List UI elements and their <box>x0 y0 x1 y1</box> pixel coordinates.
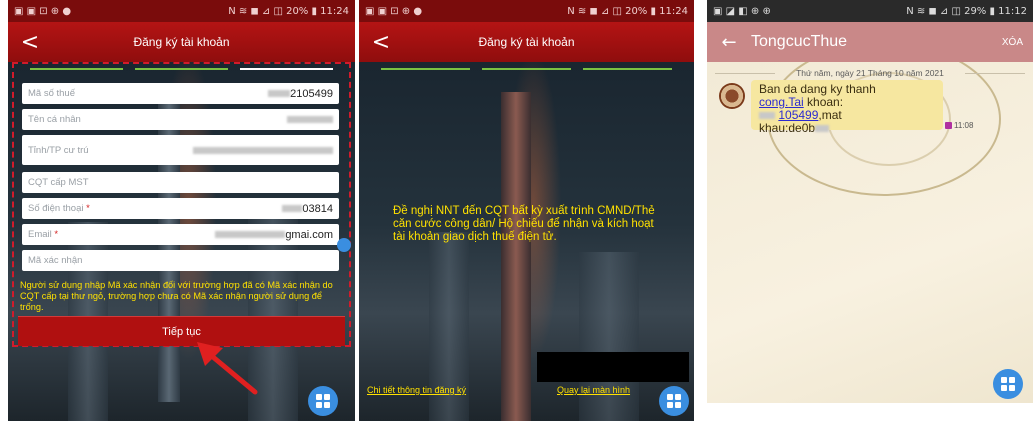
email-field[interactable]: Email * gmai.com <box>22 224 339 245</box>
phone-number-field[interactable]: Số điện thoại * 03814 <box>22 198 339 219</box>
message-bubble[interactable]: Ban da dang ky thanh cong.Tai khoan: 105… <box>751 80 943 135</box>
field-label: Số điện thoại <box>28 203 84 214</box>
redacted-text <box>282 205 303 213</box>
field-value: 2105499 <box>290 87 333 100</box>
field-value: 03814 <box>302 202 333 215</box>
status-icons-right: N ≋ ◼ ⊿ ◫ 29% ▮ 11:12 <box>906 5 1027 17</box>
phone-registration-result: ▣ ▣ ⊡ ⊕ ● N ≋ ◼ ⊿ ◫ 20% ▮ 11:24 < Đăng k… <box>359 0 694 421</box>
status-icons-right: N ≋ ◼ ⊿ ◫ 20% ▮ 11:24 <box>567 5 688 17</box>
continue-button[interactable]: Tiếp tục <box>18 316 345 346</box>
redacted-text <box>759 112 775 120</box>
redacted-text <box>815 125 830 133</box>
app-bar: ← TongcucThue XÓA <box>707 22 1033 62</box>
page-title: Đăng ký tài khoản <box>133 35 230 49</box>
menu-grid-button[interactable] <box>659 386 689 416</box>
message-line: khau:de0b <box>759 122 935 135</box>
menu-grid-button[interactable] <box>308 386 338 416</box>
landmark-tower <box>501 92 531 421</box>
status-icons-left: ▣ ▣ ⊡ ⊕ ● <box>365 5 423 17</box>
message-link[interactable]: cong. <box>759 95 788 109</box>
back-arrow-icon[interactable]: ← <box>707 32 751 53</box>
verification-note: Người sử dụng nhập Mã xác nhận đối với t… <box>20 280 333 312</box>
app-bar: < Đăng ký tài khoản <box>359 22 694 62</box>
status-bar: ▣ ▣ ⊡ ⊕ ● N ≋ ◼ ⊿ ◫ 20% ▮ 11:24 <box>8 0 355 22</box>
sender-avatar <box>719 83 745 109</box>
tax-code-field[interactable]: Mã số thuế 2105499 <box>22 83 339 104</box>
field-label: Mã số thuế <box>28 88 75 99</box>
redacted-text <box>287 116 333 124</box>
step-3 <box>583 68 672 70</box>
status-bar: ▣ ▣ ⊡ ⊕ ● N ≋ ◼ ⊿ ◫ 20% ▮ 11:24 <box>359 0 694 22</box>
message-time: 11:08 <box>945 121 973 130</box>
message-text: ,mat <box>818 108 842 122</box>
app-bar: < Đăng ký tài khoản <box>8 22 355 62</box>
redacted-text <box>268 90 291 98</box>
text-cursor-handle[interactable] <box>337 238 351 252</box>
page-title: Đăng ký tài khoản <box>478 35 575 49</box>
status-bar: ▣ ◪ ◧ ⊕ ⊕ N ≋ ◼ ⊿ ◫ 29% ▮ 11:12 <box>707 0 1033 22</box>
individual-name-field[interactable]: Tên cá nhân <box>22 109 339 130</box>
back-to-screen-link[interactable]: Quay lại màn hình <box>557 385 630 395</box>
phone-sms-conversation: ▣ ◪ ◧ ⊕ ⊕ N ≋ ◼ ⊿ ◫ 29% ▮ 11:12 ← Tongcu… <box>707 0 1033 403</box>
redaction-box <box>537 352 689 382</box>
back-arrow-icon[interactable]: < <box>359 30 403 55</box>
field-value: gmai.com <box>285 228 333 241</box>
phone-registration-form: ▣ ▣ ⊡ ⊕ ● N ≋ ◼ ⊿ ◫ 20% ▮ 11:24 < Đăng k… <box>8 0 355 421</box>
field-label: CQT cấp MST <box>28 177 89 188</box>
tax-authority-field[interactable]: CQT cấp MST <box>22 172 339 193</box>
status-icons-left: ▣ ▣ ⊡ ⊕ ● <box>14 5 72 17</box>
required-mark: * <box>54 229 59 240</box>
step-1 <box>381 68 470 70</box>
required-mark: * <box>86 203 90 214</box>
back-arrow-icon[interactable]: < <box>8 30 52 55</box>
status-icons-left: ▣ ◪ ◧ ⊕ ⊕ <box>713 5 771 17</box>
redacted-text <box>215 231 286 239</box>
message-text: khau:de0b <box>759 121 816 135</box>
field-label: Email <box>28 229 52 240</box>
sim-icon <box>945 122 952 129</box>
date-separator: Thứ năm, ngày 21 Tháng 10 năm 2021 <box>707 68 1033 78</box>
status-icons-right: N ≋ ◼ ⊿ ◫ 20% ▮ 11:24 <box>228 5 349 17</box>
building <box>579 252 639 421</box>
registration-details-link[interactable]: Chi tiết thông tin đăng ký <box>367 385 466 395</box>
grid-icon <box>316 394 330 408</box>
redacted-text <box>193 146 333 154</box>
conversation-title: TongcucThue <box>751 33 848 50</box>
grid-icon <box>667 394 681 408</box>
message-link[interactable]: 105499 <box>778 108 818 122</box>
step-2 <box>482 68 571 70</box>
menu-grid-button[interactable] <box>993 369 1023 399</box>
delete-button[interactable]: XÓA <box>1002 37 1023 48</box>
field-label: Tên cá nhân <box>28 114 81 125</box>
field-label: Tỉnh/TP cư trú <box>28 144 89 156</box>
field-label: Mã xác nhận <box>28 255 83 266</box>
registration-form-highlight: Mã số thuế 2105499 Tên cá nhân Tỉnh/TP c… <box>12 62 351 347</box>
time-text: 11:08 <box>954 121 974 130</box>
message-link[interactable]: Tai <box>788 95 803 109</box>
grid-icon <box>1001 377 1015 391</box>
province-field[interactable]: Tỉnh/TP cư trú <box>22 135 339 165</box>
red-arrow-annotation <box>197 342 258 395</box>
instruction-message: Đề nghị NNT đến CQT bất kỳ xuất trình CM… <box>393 205 655 243</box>
verification-code-field[interactable]: Mã xác nhận <box>22 250 339 271</box>
message-text: khoan: <box>803 95 844 109</box>
step-indicator <box>381 67 672 71</box>
